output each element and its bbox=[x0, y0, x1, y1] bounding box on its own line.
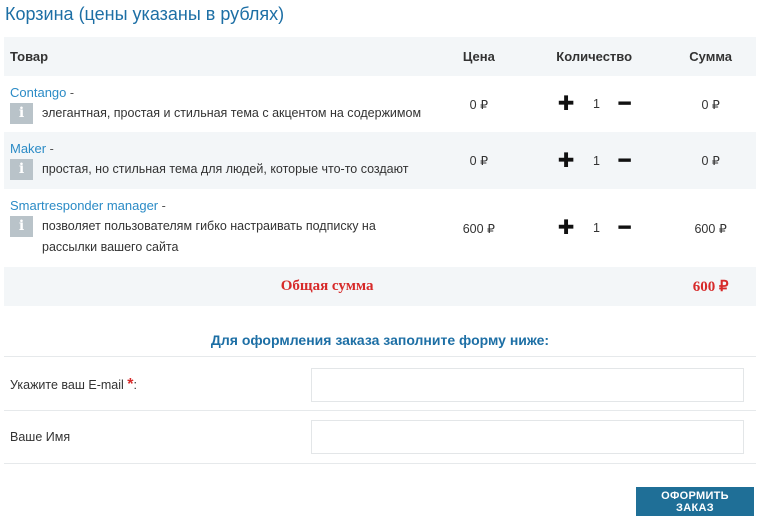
form-divider bbox=[4, 410, 756, 411]
sum-cell: 0 ₽ bbox=[665, 132, 756, 189]
plus-icon[interactable]: ✚ bbox=[558, 151, 575, 171]
table-row: Maker - i простая, но стильная тема для … bbox=[4, 132, 756, 189]
minus-icon[interactable]: ━ bbox=[619, 218, 631, 238]
header-sum: Сумма bbox=[665, 37, 756, 76]
minus-icon[interactable]: ━ bbox=[619, 94, 631, 114]
price-cell: 600 ₽ bbox=[462, 221, 495, 236]
minus-icon[interactable]: ━ bbox=[619, 151, 631, 171]
quantity-cell: ✚ 1 ━ bbox=[523, 76, 665, 132]
product-dash: - bbox=[158, 199, 166, 213]
product-link[interactable]: Smartresponder manager bbox=[10, 198, 158, 213]
cart-table: Товар Цена Количество Сумма Contango - i… bbox=[4, 37, 756, 306]
product-dash: - bbox=[46, 142, 54, 156]
info-icon[interactable]: i bbox=[10, 102, 33, 124]
plus-icon[interactable]: ✚ bbox=[558, 94, 575, 114]
header-product: Товар bbox=[4, 37, 435, 76]
page-title: Корзина (цены указаны в рублях) bbox=[5, 4, 285, 24]
form-divider bbox=[4, 356, 756, 357]
table-header-row: Товар Цена Количество Сумма bbox=[4, 37, 756, 76]
info-icon[interactable]: i bbox=[10, 216, 33, 237]
total-value: 600 ₽ bbox=[665, 267, 756, 306]
quantity-value: 1 bbox=[593, 97, 600, 111]
product-link[interactable]: Maker bbox=[10, 141, 46, 156]
email-field[interactable] bbox=[311, 368, 744, 402]
price-cell: 0 ₽ bbox=[469, 97, 489, 112]
product-cell: Smartresponder manager - i позволяет пол… bbox=[4, 189, 435, 267]
info-icon[interactable]: i bbox=[10, 159, 33, 180]
form-divider bbox=[4, 463, 756, 464]
product-cell: Contango - i элегантная, простая и стиль… bbox=[4, 76, 435, 132]
table-row: Smartresponder manager - i позволяет пол… bbox=[4, 189, 756, 267]
product-link[interactable]: Contango bbox=[10, 85, 66, 100]
name-label: Ваше Имя bbox=[10, 430, 71, 444]
table-row: Contango - i элегантная, простая и стиль… bbox=[4, 76, 756, 132]
quantity-value: 1 bbox=[593, 221, 600, 235]
product-dash: - bbox=[66, 85, 75, 100]
header-quantity: Количество bbox=[523, 37, 666, 76]
submit-order-button[interactable]: ОФОРМИТЬ ЗАКАЗ bbox=[636, 487, 754, 516]
total-row: Общая сумма 600 ₽ bbox=[4, 267, 756, 306]
plus-icon[interactable]: ✚ bbox=[558, 218, 575, 238]
quantity-cell: ✚ 1 ━ bbox=[523, 132, 666, 189]
email-label-suffix: : bbox=[133, 378, 138, 392]
price-cell: 0 ₽ bbox=[434, 132, 524, 189]
product-description: элегантная, простая и стильная тема с ак… bbox=[42, 105, 422, 120]
product-description: простая, но стильная тема для людей, кот… bbox=[42, 162, 409, 176]
product-description: позволяет пользователям гибко настраиват… bbox=[42, 219, 376, 254]
product-cell: Maker - i простая, но стильная тема для … bbox=[4, 132, 435, 189]
header-price: Цена bbox=[434, 37, 524, 76]
quantity-cell: ✚ 1 ━ bbox=[523, 189, 665, 267]
email-label-text: Укажите ваш E-mail bbox=[10, 378, 124, 392]
total-label: Общая сумма bbox=[4, 267, 666, 306]
sum-cell: 0 ₽ bbox=[701, 97, 720, 112]
name-field[interactable] bbox=[311, 420, 744, 454]
quantity-value: 1 bbox=[593, 153, 600, 168]
sum-cell: 600 ₽ bbox=[694, 221, 727, 236]
email-label: Укажите ваш E-mail *: bbox=[10, 376, 137, 394]
form-heading: Для оформления заказа заполните форму ни… bbox=[210, 332, 550, 348]
